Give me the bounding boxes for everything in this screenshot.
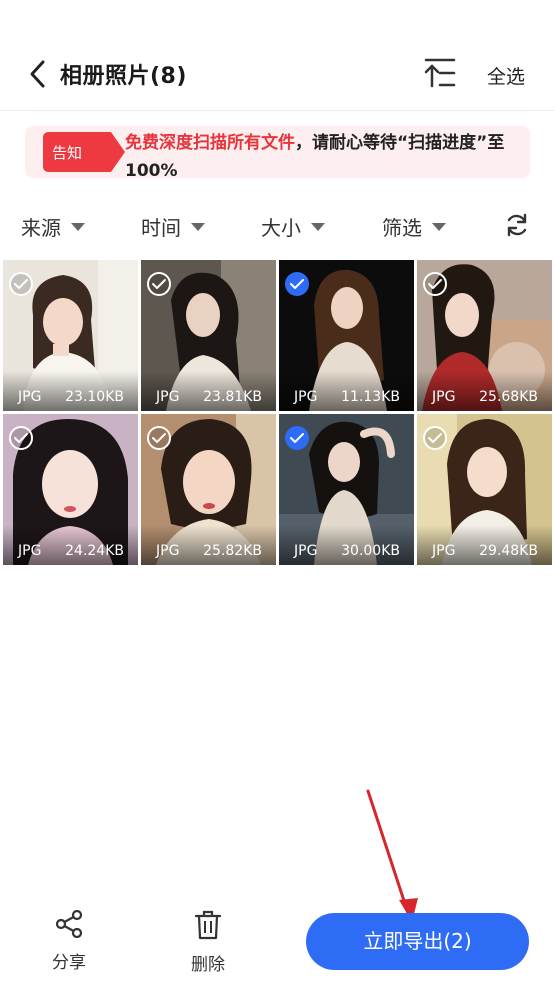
photo-tile[interactable]: JPG 30.00KB [279, 414, 414, 565]
notice-banner: 告知 免费深度扫描所有文件，请耐心等待“扫描进度”至100% [25, 126, 530, 178]
sort-button[interactable] [420, 56, 460, 90]
header: 相册照片(8) 全选 [0, 42, 554, 106]
photo-size: 25.68KB [479, 389, 538, 405]
photo-tile[interactable]: JPG 29.48KB [417, 414, 552, 565]
photo-tile[interactable]: JPG 24.24KB [3, 414, 138, 565]
check-icon [290, 433, 304, 443]
share-button[interactable]: 分享 [39, 909, 99, 973]
select-all-button[interactable]: 全选 [487, 62, 525, 89]
photo-format: JPG [18, 543, 42, 559]
bottom-toolbar: 分享 删除 立即导出(2) [0, 900, 554, 984]
photo-tile[interactable]: JPG 25.68KB [417, 260, 552, 411]
filter-screen-label: 筛选 [382, 216, 422, 240]
photo-format: JPG [156, 389, 180, 405]
photo-format: JPG [294, 543, 318, 559]
check-icon [290, 279, 304, 289]
refresh-icon [507, 213, 527, 237]
photo-size: 23.81KB [203, 389, 262, 405]
header-divider [0, 110, 554, 111]
photo-size: 29.48KB [479, 543, 538, 559]
caret-down-icon [432, 222, 446, 231]
select-checkbox[interactable] [9, 272, 33, 296]
trash-icon [194, 910, 222, 940]
notice-message: 免费深度扫描所有文件，请耐心等待“扫描进度”至100% [125, 129, 525, 178]
filter-size[interactable]: 大小 [261, 212, 325, 241]
sort-icon [424, 58, 456, 88]
notice-badge-label: 告知 [52, 144, 83, 162]
photo-size: 25.82KB [203, 543, 262, 559]
select-checkbox[interactable] [423, 272, 447, 296]
refresh-button[interactable] [504, 212, 530, 238]
photo-size: 30.00KB [341, 543, 400, 559]
select-checkbox[interactable] [147, 426, 171, 450]
photo-size: 24.24KB [65, 543, 124, 559]
delete-label: 删除 [191, 955, 225, 975]
caret-down-icon [311, 222, 325, 231]
filter-size-label: 大小 [261, 216, 301, 240]
photo-tile[interactable]: JPG 25.82KB [141, 414, 276, 565]
caret-down-icon [191, 222, 205, 231]
chevron-left-icon [30, 60, 45, 88]
photo-size: 11.13KB [341, 389, 400, 405]
photo-format: JPG [18, 389, 42, 405]
check-icon [152, 279, 166, 289]
page-title: 相册照片(8) [60, 64, 187, 89]
photo-tile[interactable]: JPG 11.13KB [279, 260, 414, 411]
select-checkbox[interactable] [285, 272, 309, 296]
photo-size: 23.10KB [65, 389, 124, 405]
album-photos-page: 相册照片(8) 全选 告知 免费深度扫描所有文件，请耐心等待“扫描进度”至100… [0, 0, 554, 984]
delete-button[interactable]: 删除 [178, 910, 238, 975]
filter-time[interactable]: 时间 [141, 212, 205, 241]
photo-format: JPG [156, 543, 180, 559]
select-checkbox[interactable] [423, 426, 447, 450]
filter-source[interactable]: 来源 [21, 212, 85, 241]
photo-format: JPG [432, 389, 456, 405]
caret-down-icon [71, 222, 85, 231]
select-checkbox[interactable] [9, 426, 33, 450]
check-icon [428, 433, 442, 443]
export-button[interactable]: 立即导出(2) [306, 913, 529, 970]
filter-bar: 来源 时间 大小 筛选 [0, 206, 554, 246]
check-icon [14, 279, 28, 289]
photo-format: JPG [432, 543, 456, 559]
back-button[interactable] [24, 58, 52, 90]
filter-screen[interactable]: 筛选 [382, 212, 446, 241]
check-icon [14, 433, 28, 443]
photo-tile[interactable]: JPG 23.81KB [141, 260, 276, 411]
share-label: 分享 [52, 953, 86, 973]
photo-format: JPG [294, 389, 318, 405]
share-icon [55, 909, 83, 939]
check-icon [428, 279, 442, 289]
filter-source-label: 来源 [21, 216, 61, 240]
photo-tile[interactable]: JPG 23.10KB [3, 260, 138, 411]
select-checkbox[interactable] [285, 426, 309, 450]
check-icon [152, 433, 166, 443]
select-checkbox[interactable] [147, 272, 171, 296]
notice-highlight: 免费深度扫描所有文件 [125, 133, 295, 153]
filter-time-label: 时间 [141, 216, 181, 240]
